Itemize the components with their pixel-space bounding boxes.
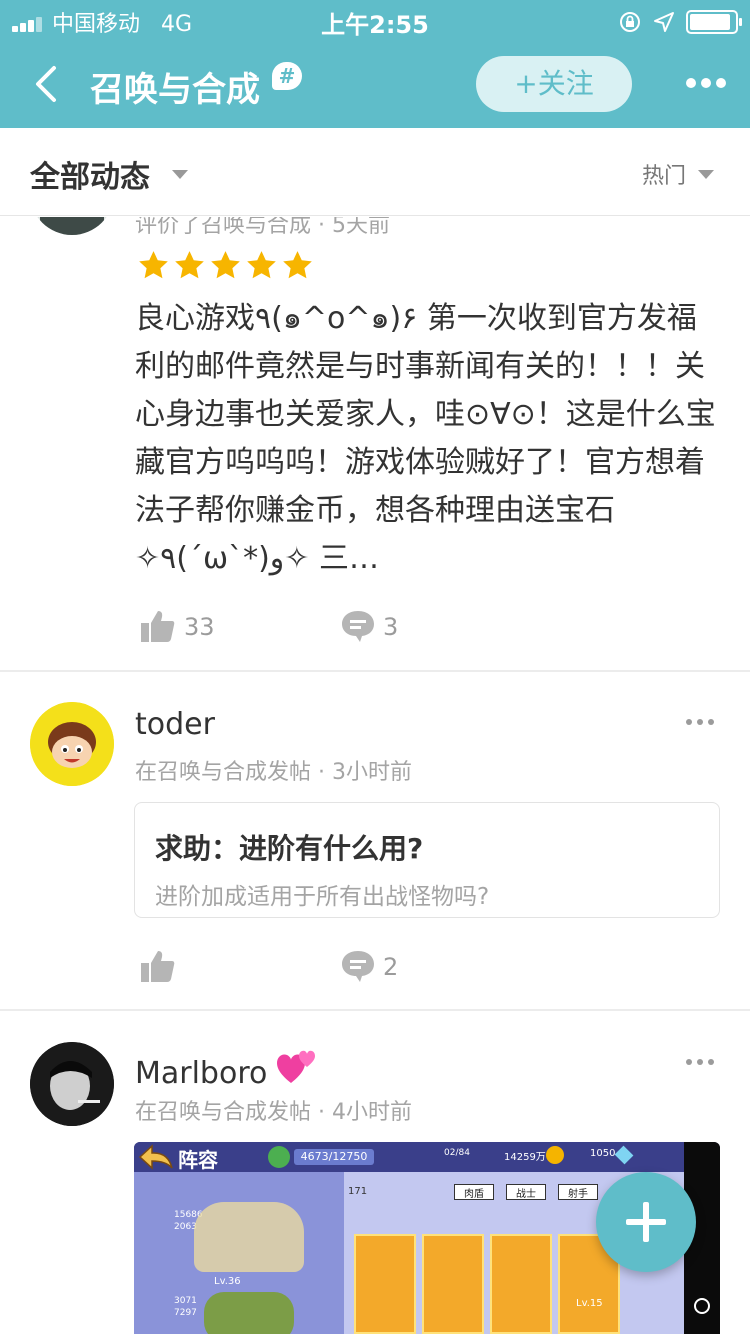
star-icon: [247, 251, 276, 279]
username[interactable]: toder: [135, 707, 215, 742]
team-stat: 7297: [174, 1308, 197, 1318]
comment-icon[interactable]: [340, 609, 376, 643]
post-divider: [0, 670, 750, 672]
star-icon: [175, 251, 204, 279]
team-stat: 3071: [174, 1296, 197, 1306]
exp-bar: 4673/12750: [294, 1149, 374, 1165]
like-count: 33: [184, 613, 215, 641]
avatar[interactable]: [30, 217, 114, 235]
coins-value: 14259万: [504, 1152, 546, 1163]
scope-filter-dropdown[interactable]: 全部动态: [30, 152, 150, 196]
card-subtitle: 进阶加成适用于所有出战怪物吗?: [155, 884, 490, 910]
comment-count: 3: [383, 613, 399, 641]
tab-warrior: 战士: [506, 1184, 546, 1200]
star-rating: [137, 249, 317, 283]
username[interactable]: Marlboro: [135, 1047, 319, 1091]
two-hearts-icon: [276, 1050, 315, 1083]
monster-card: [354, 1234, 416, 1334]
monster-level: Lv.15: [576, 1298, 603, 1309]
tab-tank: 肉盾: [454, 1184, 494, 1200]
like-icon[interactable]: [140, 609, 176, 643]
post-meta: 在召唤与合成发帖 · 3小时前: [135, 760, 412, 785]
topic-hash-icon: #: [272, 62, 302, 90]
feed-list: 评价了召唤与合成 · 5天前 良心游戏٩(๑^o^๑)۶ 第一次收到官方发福利的…: [0, 217, 750, 1334]
location-arrow-icon: [654, 12, 674, 32]
post-divider: [0, 1009, 750, 1011]
star-icon: [139, 251, 168, 279]
monster-art: [204, 1292, 294, 1334]
post-text: 良心游戏٩(๑^o^๑)۶ 第一次收到官方发福利的邮件竟然是与时事新闻有关的！！…: [135, 301, 716, 576]
card-title: 求助：进阶有什么用?: [155, 832, 424, 865]
follow-button[interactable]: +关注: [476, 56, 632, 112]
gems-value: 1050: [590, 1148, 616, 1159]
post-card[interactable]: 求助：进阶有什么用? 进阶加成适用于所有出战怪物吗?: [134, 802, 720, 918]
star-icon: [211, 251, 240, 279]
stamina-value: 02/84: [444, 1148, 470, 1158]
create-post-button[interactable]: [596, 1172, 696, 1272]
like-icon[interactable]: [140, 949, 176, 983]
tab-archer: 射手: [558, 1184, 598, 1200]
post-more-icon[interactable]: [686, 719, 716, 727]
post-more-icon[interactable]: [686, 1059, 716, 1067]
status-bar: 中国移动 4G 上午2:55: [0, 0, 750, 44]
device-home-icon: [694, 1298, 710, 1314]
monster-card: [490, 1234, 552, 1334]
chevron-down-icon: [172, 170, 188, 179]
monster-card: [422, 1234, 484, 1334]
star-icon: [283, 251, 312, 279]
top-bar: 中国移动 4G 上午2:55 召唤与合成 # +关注: [0, 0, 750, 128]
game-title: 阵容: [178, 1148, 218, 1172]
more-options-icon[interactable]: [686, 78, 726, 90]
avatar[interactable]: [30, 1042, 114, 1126]
chevron-down-icon: [698, 170, 714, 179]
coin-icon: [546, 1146, 564, 1164]
comment-count: 2: [383, 953, 399, 981]
back-arrow-icon: [138, 1144, 173, 1170]
filter-bar: 全部动态 热门: [0, 128, 750, 216]
monster-art: [194, 1202, 304, 1272]
page-title: 召唤与合成: [90, 70, 260, 110]
comment-icon[interactable]: [340, 949, 376, 983]
battery-icon: [686, 10, 742, 34]
post-meta: 在召唤与合成发帖 · 4小时前: [135, 1100, 412, 1125]
post-meta: 评价了召唤与合成 · 5天前: [135, 217, 390, 238]
power-value: 171: [348, 1186, 368, 1197]
monster-level: Lv.36: [214, 1276, 241, 1287]
back-arrow-icon[interactable]: [30, 62, 70, 106]
sort-dropdown[interactable]: 热门: [642, 158, 686, 190]
star-badge-icon: [268, 1146, 290, 1168]
rotation-lock-icon: [620, 12, 640, 32]
avatar[interactable]: [30, 702, 114, 786]
